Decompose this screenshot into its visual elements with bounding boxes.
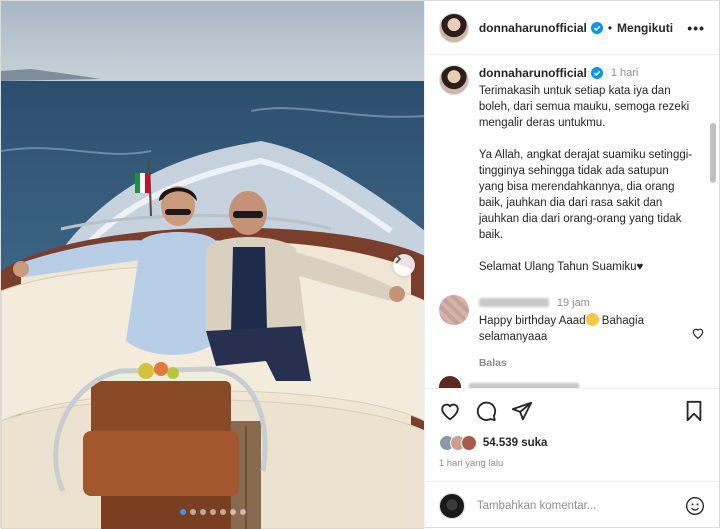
carousel-indicator [1, 509, 424, 515]
partial-comment-blurred [468, 383, 579, 388]
carousel-dot [220, 509, 226, 515]
likes-count[interactable]: 54.539 suka [483, 437, 548, 449]
commenter-avatar[interactable] [438, 295, 469, 325]
caption-author-avatar[interactable] [438, 65, 469, 95]
caption-time: 1 hari [610, 67, 639, 79]
comment-composer [424, 481, 719, 529]
comment-time: 19 jam [556, 297, 590, 309]
comment-text: Happy birthday Aaad Bahagia selamanyaaa [479, 313, 675, 345]
caption-author-username[interactable]: donnaharunofficial [479, 65, 587, 81]
comment-item: 19 jam Happy birthday Aaad Bahagia selam… [438, 295, 705, 371]
current-user-avatar [438, 492, 465, 519]
caption-paragraph: Selamat Ulang Tahun Suamiku♥ [478, 261, 644, 273]
caption-paragraph: Ya Allah, angkat derajat suamiku setingg… [478, 149, 693, 241]
comment-input[interactable] [476, 499, 685, 512]
verified-badge-icon [590, 21, 603, 34]
comment-button[interactable] [473, 398, 499, 424]
post-side-panel: donnaharunofficial • Mengikuti ••• donna… [423, 1, 719, 529]
carousel-dot [180, 509, 186, 515]
author-avatar[interactable] [438, 12, 469, 43]
carousel-dot [240, 509, 246, 515]
comments-scroll-area[interactable]: donnaharunofficial 1 hari Terimakasih un… [425, 55, 719, 388]
comment-text-part: Happy birthday Aaad [478, 315, 586, 327]
action-bar [424, 388, 719, 432]
commenter-username-blurred[interactable] [478, 298, 549, 307]
comments-scrollbar[interactable] [709, 111, 717, 388]
post-header: donnaharunofficial • Mengikuti ••• [424, 1, 719, 55]
heart-icon [441, 403, 459, 420]
carousel-dot [200, 509, 206, 515]
chevron-right-icon [395, 254, 402, 264]
bookmark-icon [686, 400, 702, 421]
carousel-dot [210, 509, 216, 515]
liker-avatar [460, 435, 477, 451]
comment-heart-icon[interactable] [691, 326, 705, 340]
more-options-icon[interactable]: ••• [687, 20, 705, 36]
author-username[interactable]: donnaharunofficial [479, 21, 587, 35]
paper-plane-icon [511, 401, 532, 420]
header-separator: • [607, 20, 613, 35]
partial-commenter-avatar [438, 376, 461, 388]
caption-paragraph: Terimakasih untuk setiap kata iya dan bo… [478, 85, 690, 129]
liker-avatars [438, 435, 477, 451]
post-date: 1 hari yang lalu [438, 458, 504, 469]
verified-badge-icon [590, 67, 603, 79]
post-photo[interactable] [1, 1, 424, 529]
emoji-icon [585, 313, 599, 326]
post-viewer: donnaharunofficial • Mengikuti ••• donna… [0, 0, 720, 529]
share-button[interactable] [509, 398, 535, 424]
following-button[interactable]: Mengikuti [617, 21, 673, 35]
scrollbar-thumb[interactable] [710, 123, 716, 183]
next-comment-partial [438, 376, 709, 388]
emoji-icon[interactable] [685, 496, 705, 516]
carousel-dot [190, 509, 196, 515]
save-button[interactable] [681, 398, 707, 424]
comment-icon [476, 401, 496, 421]
reply-button[interactable]: Balas [479, 355, 675, 371]
likes-row: 54.539 suka [425, 432, 719, 454]
boat-photo-illustration [1, 1, 424, 529]
caption-block: donnaharunofficial 1 hari Terimakasih un… [438, 65, 705, 291]
caption-text: Terimakasih untuk setiap kata iya dan bo… [479, 83, 695, 275]
like-button[interactable] [437, 398, 463, 424]
carousel-next-button[interactable] [393, 254, 415, 276]
carousel-dot [230, 509, 236, 515]
